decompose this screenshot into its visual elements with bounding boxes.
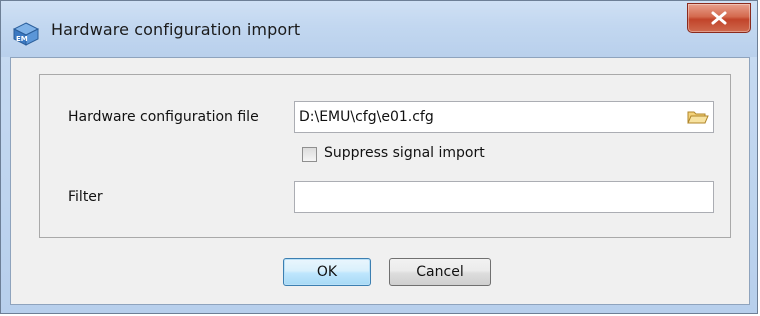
filter-label: Filter: [68, 189, 103, 205]
ok-button[interactable]: OK: [283, 258, 371, 286]
filter-input[interactable]: [294, 181, 714, 213]
svg-text:EM: EM: [16, 35, 28, 43]
options-group: Hardware configuration file D:\EMU\cfg\e…: [39, 74, 731, 238]
hw-config-file-value: D:\EMU\cfg\e01.cfg: [299, 109, 434, 125]
dialog-window: EM Hardware configuration import Hardwar…: [0, 0, 758, 314]
cancel-button[interactable]: Cancel: [389, 258, 491, 286]
hw-config-label: Hardware configuration file: [68, 109, 259, 125]
hw-config-file-field[interactable]: D:\EMU\cfg\e01.cfg: [294, 101, 714, 133]
window-title: Hardware configuration import: [51, 20, 301, 39]
dialog-content: Hardware configuration file D:\EMU\cfg\e…: [10, 57, 750, 305]
close-button[interactable]: [687, 3, 751, 33]
emu-app-icon: EM: [12, 22, 40, 46]
suppress-signal-label: Suppress signal import: [324, 145, 485, 161]
suppress-signal-checkbox[interactable]: [302, 147, 317, 162]
folder-open-icon[interactable]: [687, 107, 709, 125]
close-icon: [711, 11, 727, 25]
title-bar[interactable]: EM Hardware configuration import: [1, 1, 757, 57]
